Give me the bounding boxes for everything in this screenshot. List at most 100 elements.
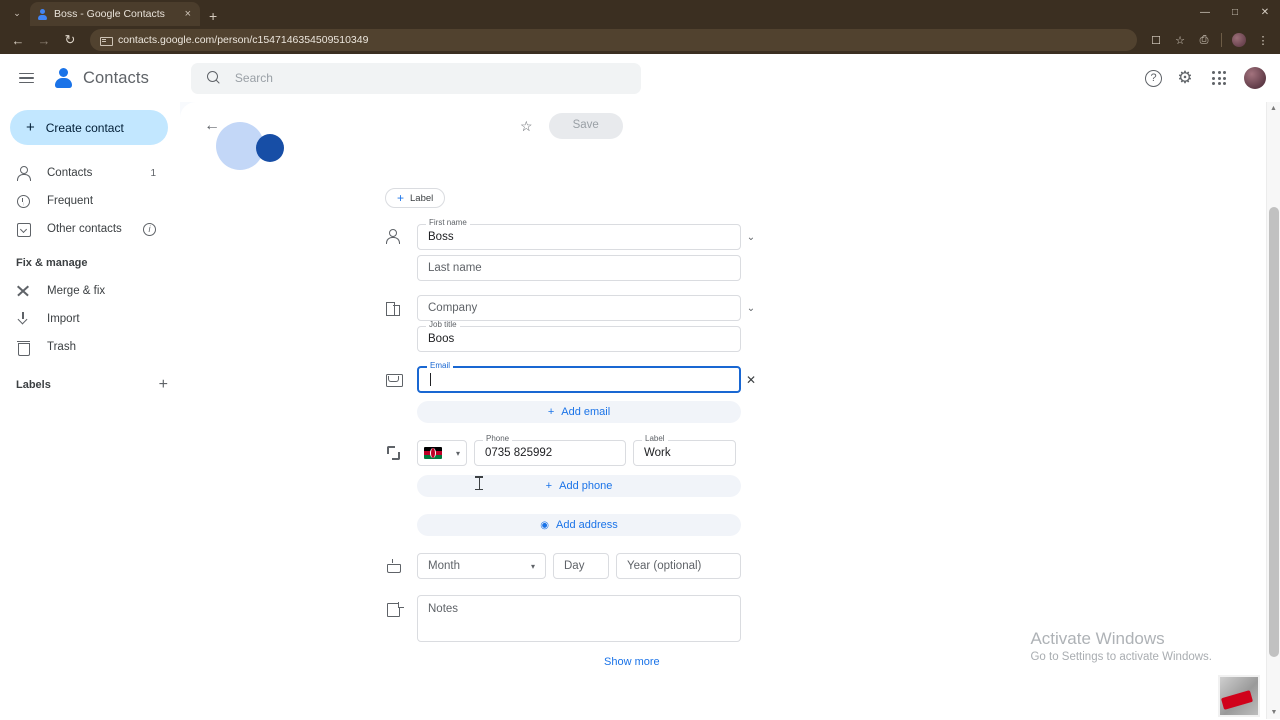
save-button[interactable]: Save [548,113,623,139]
country-code-selector[interactable]: ▾ [417,440,467,466]
company-placeholder: Company [428,302,478,314]
add-address-button[interactable]: ◉ Add address [417,514,741,536]
birthday-year-field[interactable]: Year (optional) [616,553,741,579]
bookmark-star-icon[interactable]: ☆ [1169,29,1191,51]
scrollbar-thumb[interactable] [1269,207,1279,657]
profile-avatar[interactable] [1232,33,1246,47]
menu-icon[interactable] [6,58,46,98]
add-email-button[interactable]: + Add email [417,401,741,423]
plus-icon: + [397,191,405,205]
add-email-label: Add email [561,406,611,418]
row-email: Email ✕ [385,362,1266,393]
account-avatar[interactable] [1244,67,1266,89]
page-scrollbar[interactable]: ▲ ▼ [1266,102,1280,719]
info-icon[interactable]: i [143,222,156,236]
text-caret [430,373,431,386]
reload-icon[interactable]: ↻ [58,28,82,52]
show-more-link[interactable]: Show more [604,656,1266,668]
create-contact-button[interactable]: + Create contact [10,110,168,145]
change-photo-icon[interactable] [256,134,284,162]
email-label: Email [427,362,454,370]
building-icon [385,300,405,316]
scroll-up-icon[interactable]: ▲ [1267,102,1280,115]
notes-field[interactable]: Notes [417,595,741,642]
add-label-chip[interactable]: + Label [385,188,446,208]
favorite-star-icon[interactable]: ☆ [520,118,533,135]
row-last-name: Last name [385,255,1266,281]
apps-grid-icon[interactable] [1208,67,1230,89]
phone-label-field[interactable]: Label Work [633,435,736,466]
browser-tab[interactable]: Boss - Google Contacts × [30,2,200,26]
chevron-down-icon[interactable]: ⌄ [741,232,761,243]
sidebar-item-contacts[interactable]: Contacts 1 [0,159,168,187]
site-settings-icon[interactable] [100,35,113,46]
person-icon [385,229,405,245]
google-contacts-app: Contacts Search ? ⚙ + Create contact Con… [0,54,1280,719]
sidebar: + Create contact Contacts 1 Frequent Oth… [0,102,180,719]
last-name-field[interactable]: Last name [417,255,741,281]
clear-email-icon[interactable]: ✕ [741,373,761,387]
sidebar-item-other-contacts[interactable]: Other contacts i [0,215,168,243]
birthday-month-select[interactable]: Month ▾ [417,553,546,579]
sidebar-item-frequent[interactable]: Frequent [0,187,168,215]
email-field[interactable]: Email [417,362,741,393]
cast-icon[interactable]: ☐ [1145,29,1167,51]
plus-icon: + [545,480,553,492]
url-text: contacts.google.com/person/c154714635450… [118,34,369,46]
sidebar-item-label: Other contacts [47,223,122,235]
phone-label-label: Label [642,435,668,443]
last-name-placeholder: Last name [428,262,482,274]
company-field[interactable]: Company [417,295,741,321]
row-notes: Notes [385,595,1266,642]
more-menu-icon[interactable]: ⋮ [1252,29,1274,51]
contact-edit-form: ← ☆ Save + Label First name Boss ⌄ Last … [180,102,1266,719]
first-name-label: First name [426,219,470,227]
add-phone-button[interactable]: + Add phone [417,475,741,497]
search-input[interactable]: Search [190,62,641,94]
sidebar-item-label: Merge & fix [47,285,106,297]
year-placeholder: Year (optional) [627,560,702,572]
add-label-text: Label [410,192,434,204]
help-icon[interactable]: ? [1145,69,1162,87]
trash-icon [16,340,30,356]
row-company: Company ⌄ [385,295,1266,321]
first-name-value: Boss [428,231,454,243]
browser-toolbar: ← → ↻ contacts.google.com/person/c154714… [0,26,1280,54]
contact-detail-card: ← ☆ Save + Label First name Boss ⌄ Last … [180,102,1266,719]
sidebar-item-import[interactable]: Import [0,305,168,333]
close-window-icon[interactable]: ✕ [1250,0,1280,24]
first-name-field[interactable]: First name Boss [417,219,741,250]
birthday-day-field[interactable]: Day [553,553,609,579]
download-icon [16,312,30,326]
brand[interactable]: Contacts [52,67,149,89]
thumbnail-image [1218,675,1260,717]
plus-icon: + [547,406,555,418]
sidebar-item-trash[interactable]: Trash [0,333,168,361]
chevron-down-icon[interactable]: ⌄ [741,303,761,314]
address-bar[interactable]: contacts.google.com/person/c154714635450… [90,29,1137,51]
back-icon[interactable]: ← [6,28,30,52]
extensions-icon[interactable]: ⎙ [1193,29,1215,51]
wrench-icon [16,284,30,298]
contacts-favicon-icon [37,8,48,20]
add-label-icon[interactable]: + [159,377,168,393]
gear-icon[interactable]: ⚙ [1174,67,1196,89]
maximize-icon[interactable]: □ [1220,0,1250,24]
new-tab-button[interactable]: + [200,9,226,23]
detail-header-actions: ☆ Save [520,113,623,139]
box-arrow-icon [16,222,31,237]
job-title-field[interactable]: Job title Boos [417,321,741,352]
job-title-label: Job title [426,321,460,329]
cake-icon [385,558,405,574]
sidebar-item-merge-fix[interactable]: Merge & fix [0,277,168,305]
app-body: + Create contact Contacts 1 Frequent Oth… [0,102,1280,719]
job-title-value: Boos [428,333,455,345]
phone-label: Phone [483,435,513,443]
sidebar-item-label: Trash [47,341,76,353]
forward-icon[interactable]: → [32,28,56,52]
tab-search-icon[interactable]: ⌄ [4,2,30,24]
minimize-icon[interactable]: — [1190,0,1220,24]
scroll-down-icon[interactable]: ▼ [1267,706,1280,719]
close-icon[interactable]: × [183,8,193,20]
phone-field[interactable]: Phone 0735 825992 [474,435,626,466]
